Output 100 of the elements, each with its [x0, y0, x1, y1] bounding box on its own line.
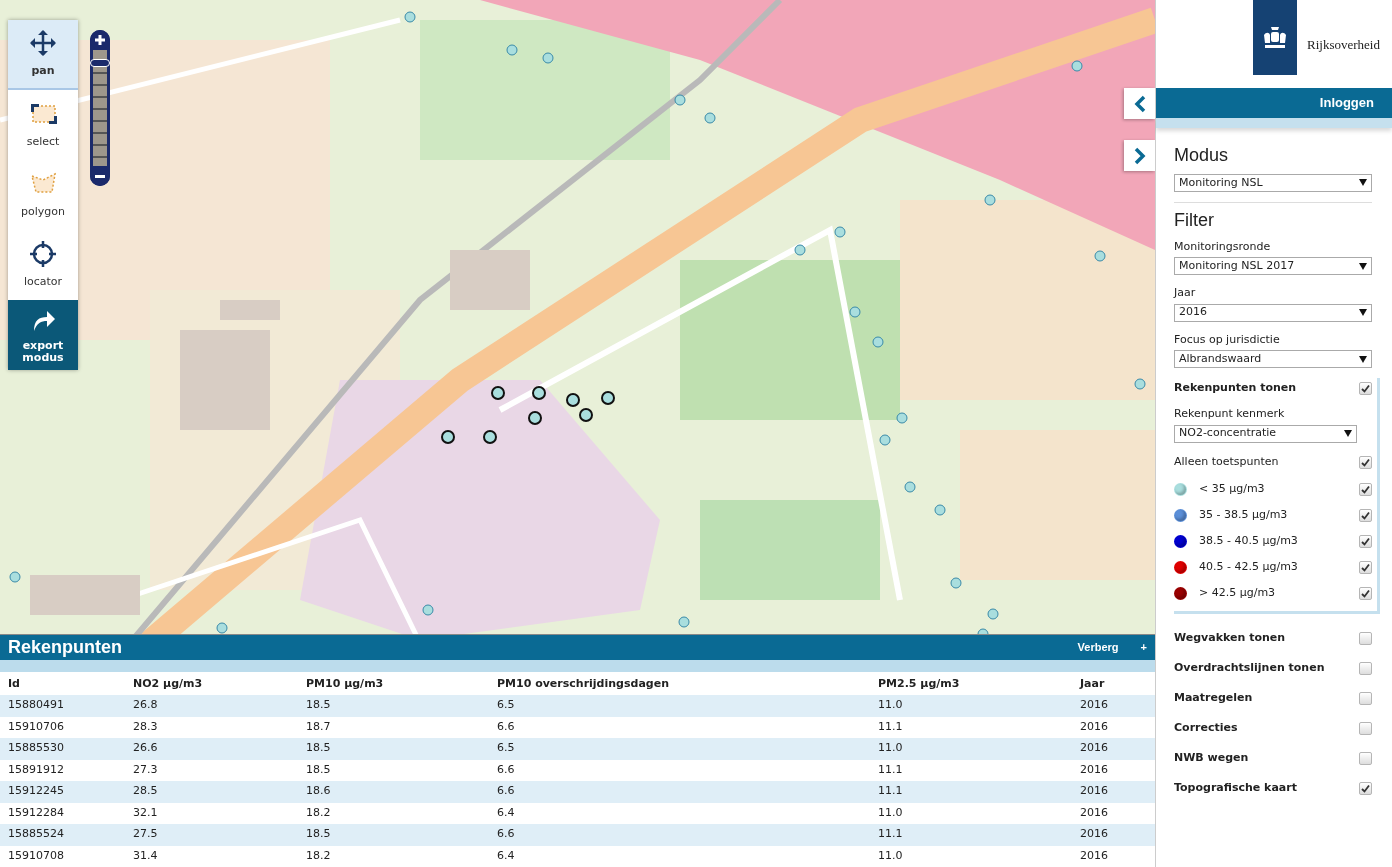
table-cell: 11.0: [870, 738, 1072, 760]
table-cell: 11.1: [870, 781, 1072, 803]
option-label: Overdrachtslijnen tonen: [1174, 660, 1325, 677]
table-cell: 6.6: [489, 759, 870, 781]
tool-button[interactable]: export modus: [8, 300, 78, 370]
zoom-handle[interactable]: [90, 58, 110, 67]
table-cell: 6.6: [489, 716, 870, 738]
plus-icon: [95, 35, 105, 45]
caret-icon: [1359, 262, 1367, 270]
tool-button[interactable]: pan: [8, 20, 78, 90]
legend-label: 35 - 38.5 µg/m3: [1199, 507, 1289, 524]
table-cell: 2016: [1072, 802, 1155, 824]
checkbox[interactable]: [1359, 561, 1372, 575]
option-label: Rekenpunten tonen: [1174, 379, 1297, 396]
minus-icon: [95, 174, 105, 178]
checkbox[interactable]: [1359, 692, 1372, 706]
table-cell: 2016: [1072, 824, 1155, 846]
legend-label: 40.5 - 42.5 µg/m3: [1199, 559, 1299, 576]
table-cell: 18.5: [298, 695, 489, 717]
checkbox[interactable]: [1359, 587, 1372, 601]
legend-label: < 35 µg/m3: [1199, 481, 1266, 498]
option-label: NWB wegen: [1174, 750, 1249, 767]
table-cell: 2016: [1072, 759, 1155, 781]
option-label: Correcties: [1174, 720, 1238, 737]
dropdown[interactable]: Monitoring NSL: [1174, 173, 1372, 192]
dropdown[interactable]: NO2-concentratie: [1174, 424, 1357, 443]
chevron-right-icon: [1133, 146, 1146, 165]
table-cell: 27.5: [125, 824, 298, 846]
table-cell: 11.0: [870, 695, 1072, 717]
chevron-left-icon: [1133, 94, 1146, 113]
caret-icon: [1359, 309, 1367, 317]
panel-title: Rekenpunten: [8, 635, 122, 659]
checkbox[interactable]: [1359, 483, 1372, 497]
table-cell: 2016: [1072, 781, 1155, 803]
field-label: Focus op jurisdictie: [1174, 331, 1281, 348]
table-cell: 26.6: [125, 738, 298, 760]
table-cell: 28.5: [125, 781, 298, 803]
dropdown[interactable]: Monitoring NSL 2017: [1174, 257, 1372, 276]
checkbox[interactable]: [1359, 456, 1372, 470]
table-cell: 2016: [1072, 738, 1155, 760]
checkbox[interactable]: [1359, 782, 1372, 796]
tool-button[interactable]: polygon: [8, 160, 78, 230]
table-cell: 32.1: [125, 802, 298, 824]
caret-icon: [1359, 179, 1367, 187]
table-cell: 2016: [1072, 695, 1155, 717]
section-heading: Filter: [1174, 210, 1215, 231]
dropdown[interactable]: 2016: [1174, 303, 1372, 322]
table-cell: 31.4: [125, 845, 298, 867]
table-cell: 11.1: [870, 716, 1072, 738]
field-label: Rekenpunt kenmerk: [1174, 406, 1286, 423]
table-cell: 11.0: [870, 802, 1072, 824]
table-cell: 6.6: [489, 824, 870, 846]
checkbox[interactable]: [1359, 632, 1372, 646]
table-cell: 18.5: [298, 759, 489, 781]
table-cell: 18.2: [298, 802, 489, 824]
logo-text: Rijksoverheid: [1307, 36, 1380, 54]
move-arrows-icon: [29, 28, 57, 57]
option-label: Alleen toetspunten: [1174, 454, 1279, 471]
checkbox[interactable]: [1359, 662, 1372, 676]
expand-panel-button[interactable]: [1124, 140, 1155, 171]
table-cell: 6.4: [489, 845, 870, 867]
table-cell: 18.7: [298, 716, 489, 738]
caret-icon: [1359, 355, 1367, 363]
table-cell: 18.2: [298, 845, 489, 867]
table-cell: 2016: [1072, 716, 1155, 738]
table-cell: 15880491: [0, 695, 125, 717]
login-link[interactable]: Inloggen: [1319, 93, 1374, 113]
column-header: PM2.5 µg/m3: [870, 671, 1072, 695]
field-label: Monitoringsronde: [1174, 238, 1272, 255]
table-cell: 26.8: [125, 695, 298, 717]
panel-action-link[interactable]: +: [1118, 638, 1147, 656]
column-header: Id: [0, 671, 125, 695]
checkbox[interactable]: [1359, 509, 1372, 523]
table-cell: 11.0: [870, 845, 1072, 867]
table-cell: 28.3: [125, 716, 298, 738]
checkbox[interactable]: [1359, 535, 1372, 549]
table-cell: 27.3: [125, 759, 298, 781]
option-label: Maatregelen: [1174, 690, 1253, 707]
table-cell: 18.5: [298, 824, 489, 846]
table-cell: 18.6: [298, 781, 489, 803]
collapse-panel-button[interactable]: [1124, 88, 1155, 119]
tool-button[interactable]: select: [8, 90, 78, 160]
table-cell: 15912284: [0, 802, 125, 824]
table-cell: 15891912: [0, 759, 125, 781]
table-cell: 15885530: [0, 738, 125, 760]
option-label: Topografische kaart: [1174, 780, 1297, 797]
caret-icon: [1344, 430, 1352, 438]
checkbox[interactable]: [1359, 722, 1372, 736]
checkbox[interactable]: [1359, 381, 1372, 395]
dropdown[interactable]: Albrandswaard: [1174, 350, 1372, 369]
panel-action-link[interactable]: Verberg: [1055, 638, 1119, 656]
column-header: Jaar: [1072, 671, 1155, 695]
field-label: Jaar: [1174, 285, 1197, 302]
tool-button[interactable]: locator: [8, 230, 78, 300]
column-header: NO2 µg/m3: [125, 671, 298, 695]
zoom-slider[interactable]: [90, 30, 110, 186]
checkbox[interactable]: [1359, 752, 1372, 766]
column-header: PM10 µg/m3: [298, 671, 489, 695]
option-label: Wegvakken tonen: [1174, 630, 1286, 647]
table-cell: 6.4: [489, 802, 870, 824]
